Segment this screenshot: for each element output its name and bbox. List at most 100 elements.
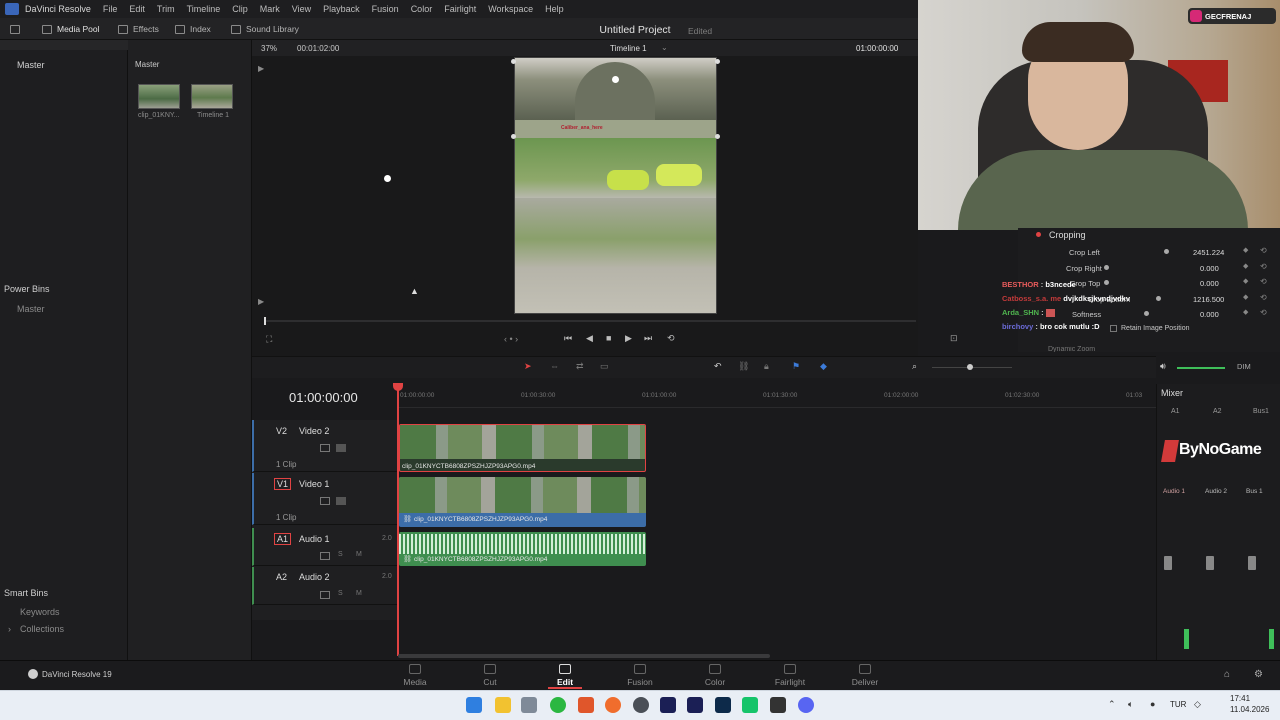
menu-workspace[interactable]: Workspace	[482, 4, 539, 14]
menu-color[interactable]: Color	[405, 4, 439, 14]
menu-clip[interactable]: Clip	[226, 4, 254, 14]
home-icon[interactable]: ⌂	[1224, 669, 1230, 680]
viewer-frame[interactable]: Caliber_ana_here	[514, 57, 717, 314]
cropping-heading[interactable]: Cropping	[1049, 230, 1086, 240]
loop-icon[interactable]: ⟲	[667, 333, 675, 344]
audio-clip-a1[interactable]: ⛓ clip_01KNYCTB6808ZPSZHJZP93APG0.mp4	[399, 532, 646, 566]
stop-icon[interactable]: ■	[606, 333, 611, 343]
clock-time[interactable]: 17:41	[1230, 694, 1250, 703]
zoom-slider-handle[interactable]	[967, 364, 973, 370]
reset-icon[interactable]: ⟲	[1260, 293, 1267, 302]
timeline-playhead[interactable]	[397, 384, 399, 656]
crop-top-value[interactable]: 0.000	[1200, 279, 1219, 288]
workspace-icon[interactable]	[10, 22, 20, 36]
sound-library-button[interactable]: Sound Library	[231, 22, 299, 36]
timeline-scrollbar[interactable]	[398, 654, 770, 658]
menu-view[interactable]: View	[286, 4, 317, 14]
crop-handle[interactable]	[715, 134, 720, 139]
start-icon[interactable]	[466, 697, 482, 713]
power-bin-master[interactable]: Master	[17, 304, 45, 314]
crop-right-value[interactable]: 0.000	[1200, 264, 1219, 273]
crop-left-value[interactable]: 2451.224	[1193, 248, 1224, 257]
timeline-name[interactable]: Timeline 1	[610, 44, 647, 53]
after-effects-icon[interactable]	[687, 697, 703, 713]
premiere-icon[interactable]	[660, 697, 676, 713]
viewer-scrubber[interactable]	[264, 320, 916, 322]
menu-timeline[interactable]: Timeline	[181, 4, 227, 14]
bin-master[interactable]: Master	[17, 60, 45, 70]
keyframe-icon[interactable]: ◆	[1243, 308, 1248, 316]
menu-fusion[interactable]: Fusion	[366, 4, 405, 14]
viewer-side-arrow-icon[interactable]: ▶	[258, 297, 264, 306]
obs-icon[interactable]	[633, 697, 649, 713]
selection-tool-icon[interactable]: ➤	[524, 361, 532, 372]
solo-button[interactable]: S	[338, 551, 343, 558]
solo-button[interactable]: S	[338, 590, 343, 597]
marker-icon[interactable]: ◆	[820, 361, 827, 372]
media-player-icon[interactable]	[742, 697, 758, 713]
dynamic-zoom-heading[interactable]: Dynamic Zoom	[1048, 346, 1095, 352]
mic-tray-icon[interactable]: ●	[1150, 699, 1155, 709]
transform-anchor-handle[interactable]	[384, 175, 391, 182]
blade-tool-icon[interactable]: ▭	[600, 361, 609, 372]
media-clip-thumbnail[interactable]	[138, 84, 180, 109]
firefox-icon[interactable]	[605, 697, 621, 713]
file-explorer-icon[interactable]	[495, 697, 511, 713]
keyframe-icon[interactable]: ◆	[1243, 262, 1248, 270]
crop-handle[interactable]	[511, 59, 516, 64]
volume-icon[interactable]: 🔊︎	[1160, 361, 1166, 372]
page-fairlight[interactable]: Fairlight	[760, 662, 820, 687]
play-icon[interactable]: ▶	[625, 333, 632, 344]
skip-end-icon[interactable]: ⏭	[644, 333, 652, 344]
crop-mode-icon[interactable]: ⛶	[266, 334, 272, 345]
track-header-a1[interactable]: A1 Audio 1 2.0 S M	[252, 528, 398, 566]
fader-a1[interactable]	[1164, 556, 1172, 570]
track-name[interactable]: Audio 1	[299, 534, 330, 544]
auto-select-icon[interactable]	[320, 497, 330, 505]
crop-bottom-value[interactable]: 1216.500	[1193, 295, 1224, 304]
speaker-tray-icon[interactable]: 🔈︎	[1128, 699, 1133, 710]
crop-bottom-slider[interactable]	[1156, 296, 1161, 301]
auto-select-icon[interactable]	[320, 591, 330, 599]
discord-icon[interactable]	[798, 697, 814, 713]
snapping-icon[interactable]: ↶	[714, 361, 722, 372]
page-media[interactable]: Media	[385, 662, 445, 687]
reset-icon[interactable]: ⟲	[1260, 277, 1267, 286]
timeline-ruler[interactable]: 01:00:00:00 01:00:30:00 01:01:00:00 01:0…	[398, 384, 1156, 408]
viewer-side-arrow-icon[interactable]: ▶	[258, 64, 264, 73]
media-pool-button[interactable]: Media Pool	[42, 22, 100, 36]
dynamic-trim-icon[interactable]: ⇄	[576, 361, 584, 372]
softness-value[interactable]: 0.000	[1200, 310, 1219, 319]
crop-handle[interactable]	[511, 134, 516, 139]
photoshop-icon[interactable]	[715, 697, 731, 713]
crop-left-slider[interactable]	[1164, 249, 1169, 254]
zoom-icon[interactable]: ⌕	[912, 361, 917, 372]
collections-chevron-icon[interactable]: ›	[8, 624, 11, 634]
smart-bin-collections[interactable]: Collections	[20, 624, 64, 634]
auto-select-icon[interactable]	[320, 444, 330, 452]
language-indicator[interactable]: TUR	[1170, 700, 1186, 709]
menu-fairlight[interactable]: Fairlight	[438, 4, 482, 14]
smart-bin-keywords[interactable]: Keywords	[20, 607, 60, 617]
keyframe-icon[interactable]: ◆	[1243, 246, 1248, 254]
track-visibility-icon[interactable]	[336, 497, 346, 505]
track-name[interactable]: Audio 2	[299, 572, 330, 582]
clock-date[interactable]: 11.04.2026	[1230, 705, 1269, 714]
menu-trim[interactable]: Trim	[151, 4, 181, 14]
auto-select-icon[interactable]	[320, 552, 330, 560]
track-name[interactable]: Video 1	[299, 479, 329, 489]
center-handle[interactable]	[612, 76, 619, 83]
viewer-zoom[interactable]: 37%	[261, 44, 277, 53]
crop-right-slider[interactable]	[1104, 265, 1109, 270]
whatsapp-icon[interactable]	[550, 697, 566, 713]
reset-icon[interactable]: ⟲	[1260, 246, 1267, 255]
track-visibility-icon[interactable]	[336, 444, 346, 452]
keyframe-icon[interactable]: ◆	[1243, 277, 1248, 285]
network-tray-icon[interactable]: ◇	[1194, 699, 1201, 710]
menu-playback[interactable]: Playback	[317, 4, 366, 14]
softness-slider[interactable]	[1144, 311, 1149, 316]
reset-icon[interactable]: ⟲	[1260, 262, 1267, 271]
snipping-tool-icon[interactable]	[521, 697, 537, 713]
viewer-playhead[interactable]	[264, 317, 266, 325]
jog-icon[interactable]: ‹ • ›	[504, 334, 518, 344]
